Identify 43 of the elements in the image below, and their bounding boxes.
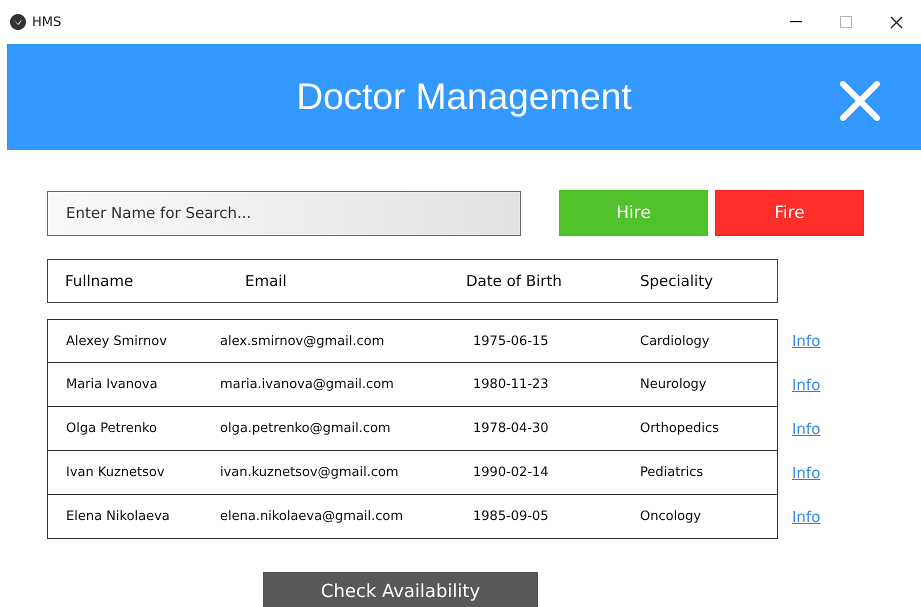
check-availability-button[interactable]: Check Availability <box>263 572 538 607</box>
info-link[interactable]: Info <box>792 332 820 350</box>
table-cell-text: Orthopedics <box>640 421 720 436</box>
table-cell-text: Pediatrics <box>640 465 704 480</box>
table-cell-text: 1978-04-30 <box>473 421 550 436</box>
table-row[interactable]: Maria Ivanova maria.ivanova@gmail.com 1980-11-23 Neurology <box>47 363 778 407</box>
table-cell-text: elena.nikolaeva@gmail.com <box>220 509 404 524</box>
window-title: HMS <box>32 14 62 30</box>
info-link[interactable]: Info <box>792 464 820 482</box>
table-cell-text: Maria Ivanova <box>66 377 159 392</box>
table-row[interactable]: Alexey Smirnov alex.smirnov@gmail.com 1975-06-15 Cardiology <box>47 319 778 363</box>
info-link[interactable]: Info <box>792 376 820 394</box>
column-header: Email <box>245 272 288 290</box>
table-cell-text: 1980-11-23 <box>473 377 550 392</box>
table-cell-text: olga.petrenko@gmail.com <box>220 421 392 436</box>
close-icon[interactable] <box>890 16 902 28</box>
table-cell-text: alex.smirnov@gmail.com <box>220 334 386 348</box>
column-header: Date of Birth <box>466 272 563 290</box>
column-header: Speciality <box>640 272 714 290</box>
search-field[interactable]: Enter Name for Search... <box>47 190 521 236</box>
table-row[interactable]: Olga Petrenko olga.petrenko@gmail.com 1978-04-30 Orthopedics <box>47 407 778 451</box>
table-cell-text: 1990-02-14 <box>473 465 550 480</box>
app-logo-icon <box>10 14 26 30</box>
minimize-icon[interactable] <box>790 21 802 23</box>
fire-button[interactable]: Fire <box>715 190 864 236</box>
table-cell-text: maria.ivanova@gmail.com <box>220 377 395 392</box>
table-cell-text: ivan.kuznetsov@gmail.com <box>220 465 400 480</box>
table-cell-text: Elena Nikolaeva <box>66 509 171 524</box>
table-cell-text: Oncology <box>640 509 702 524</box>
table-row[interactable]: Ivan Kuznetsov ivan.kuznetsov@gmail.com 1990-02-14 Pediatrics <box>47 451 778 495</box>
table-row[interactable]: Elena Nikolaeva elena.nikolaeva@gmail.com 1985-09-05 Oncology <box>47 495 778 539</box>
table-cell-text: Cardiology <box>640 334 710 348</box>
table-cell-text: Ivan Kuznetsov <box>66 465 166 480</box>
hire-button[interactable]: Hire <box>559 190 708 236</box>
table-cell-text: 1985-09-05 <box>473 509 550 524</box>
table-cell-text: Alexey Smirnov <box>66 334 168 348</box>
table-cell-text: Neurology <box>640 377 708 392</box>
info-link[interactable]: Info <box>792 508 820 526</box>
column-header: Fullname <box>65 272 134 290</box>
table-cell-text: Olga Petrenko <box>66 421 158 436</box>
table-cell-text: 1975-06-15 <box>473 334 550 348</box>
info-link[interactable]: Info <box>792 420 820 438</box>
page-title: Doctor Management <box>296 76 632 118</box>
